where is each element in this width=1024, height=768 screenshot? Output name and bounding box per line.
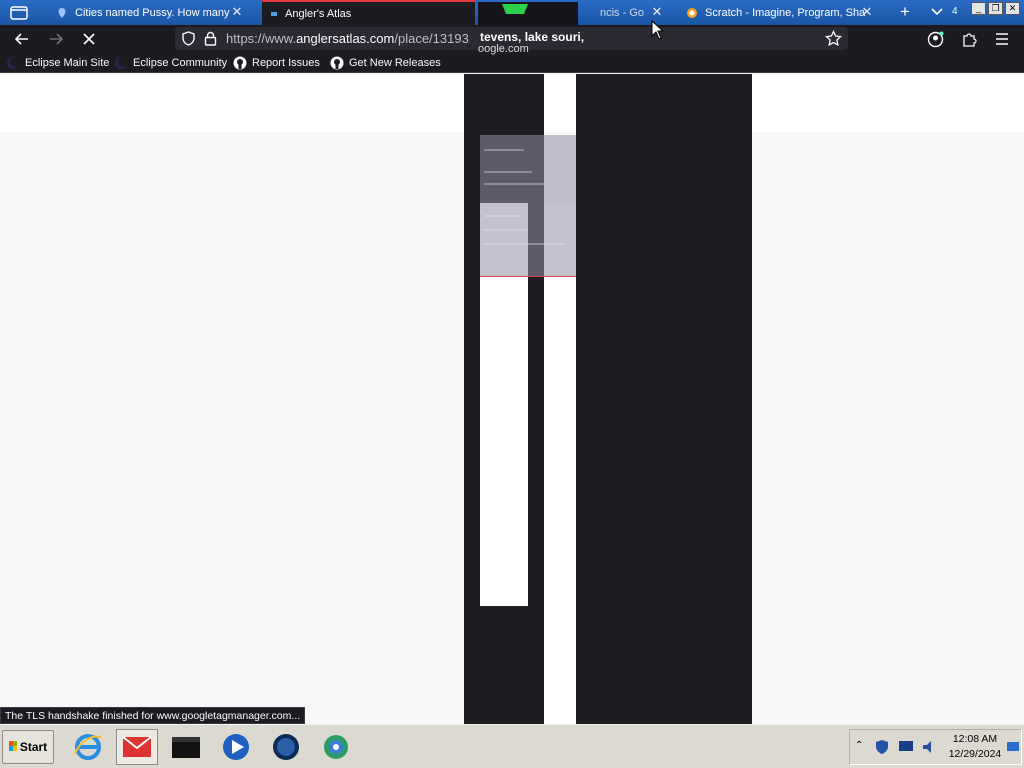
gmail-icon[interactable] — [116, 729, 158, 765]
network-icon[interactable] — [318, 729, 354, 765]
tab-anglers-atlas[interactable]: Angler's Atlas — [262, 0, 475, 25]
minimize-icon[interactable]: _ — [971, 2, 986, 15]
eclipse-icon — [114, 56, 128, 70]
windows-flag-icon — [8, 740, 17, 754]
suggestion-strip — [478, 2, 578, 26]
volume-tray-icon[interactable] — [921, 739, 937, 760]
github-icon — [233, 56, 247, 70]
bookmark-eclipse-main[interactable]: Eclipse Main Site — [6, 54, 109, 71]
restore-icon[interactable]: ❐ — [988, 2, 1003, 15]
tray-expand-icon[interactable]: ⌃ — [855, 740, 863, 751]
bookmark-report-issues[interactable]: Report Issues — [233, 54, 320, 71]
lock-icon[interactable] — [204, 31, 217, 51]
taskbar: Start ⌃ — [0, 724, 1024, 768]
hamburger-menu-icon[interactable] — [990, 28, 1014, 50]
internet-explorer-icon[interactable] — [70, 729, 106, 765]
tab-overflow-chevron-icon[interactable] — [930, 4, 948, 22]
back-arrow-icon[interactable] — [10, 28, 34, 50]
terminal-icon[interactable] — [168, 729, 204, 765]
tab-count: 4 — [952, 6, 958, 17]
shield-icon[interactable] — [181, 31, 196, 51]
clock-time[interactable]: 12:08 AM — [943, 733, 1007, 745]
start-button[interactable]: Start — [2, 730, 54, 764]
mouse-cursor-icon — [651, 19, 665, 45]
monitor-tray-icon[interactable] — [898, 740, 914, 759]
close-tab-icon[interactable]: ✕ — [230, 5, 244, 19]
page-content — [0, 74, 1024, 724]
extensions-puzzle-icon[interactable] — [957, 28, 981, 50]
bookmark-eclipse-community[interactable]: Eclipse Community — [114, 54, 227, 71]
ghost-line — [484, 149, 524, 151]
close-window-icon[interactable]: ✕ — [1005, 2, 1020, 15]
tab-title: ncis - Go — [600, 6, 645, 19]
globe-icon[interactable] — [268, 729, 304, 765]
account-icon[interactable] — [923, 28, 947, 50]
map-pin-icon — [56, 7, 68, 19]
suggestion-subtitle: oogle.com — [478, 43, 529, 55]
tab-list-icon[interactable] — [6, 3, 32, 22]
scratch-icon — [686, 7, 698, 19]
tab-cities[interactable]: Cities named Pussy. How many ✕ — [56, 0, 246, 25]
ghost-line — [484, 183, 544, 185]
tab-title: Cities named Pussy. How many — [75, 6, 230, 19]
media-player-icon[interactable] — [218, 729, 254, 765]
notification-tray-icon[interactable] — [1006, 740, 1020, 759]
status-bar: The TLS handshake finished for www.googl… — [0, 707, 306, 724]
bookmarks-toolbar: Eclipse Main Site Eclipse Community Repo… — [0, 52, 1024, 73]
shield-tray-icon[interactable] — [875, 739, 889, 760]
screen: Cities named Pussy. How many ✕ Angler's … — [0, 0, 1024, 768]
forward-arrow-icon[interactable] — [44, 28, 68, 50]
anglers-atlas-icon — [270, 8, 278, 20]
bookmark-get-new-releases[interactable]: Get New Releases — [330, 54, 441, 71]
ghost-line — [484, 215, 520, 217]
suggestion-title[interactable]: tevens, lake souri, — [480, 30, 584, 44]
ghost-line — [484, 243, 564, 245]
ghost-line — [484, 229, 528, 231]
github-icon — [330, 56, 344, 70]
stop-loading-icon[interactable] — [77, 28, 101, 50]
eclipse-icon — [6, 56, 20, 70]
close-tab-icon[interactable]: ✕ — [860, 5, 874, 19]
new-tab-icon[interactable]: + — [896, 2, 914, 22]
ghost-line — [484, 171, 532, 173]
close-tab-icon[interactable]: ✕ — [650, 5, 664, 19]
suggestion-ghost-overlay — [480, 135, 576, 277]
tab-title: Angler's Atlas — [285, 7, 352, 20]
url-text[interactable]: https://www.anglersatlas.com/place/13193 — [226, 31, 469, 46]
clock-date[interactable]: 12/29/2024 — [943, 748, 1007, 760]
page-strip-right — [544, 203, 576, 724]
tab-title: Scratch - Imagine, Program, Sha — [705, 6, 866, 19]
bookmark-star-icon[interactable] — [825, 29, 842, 52]
map-panel-right — [576, 74, 752, 724]
tab-scratch[interactable]: Scratch - Imagine, Program, Sha ✕ — [686, 0, 876, 25]
